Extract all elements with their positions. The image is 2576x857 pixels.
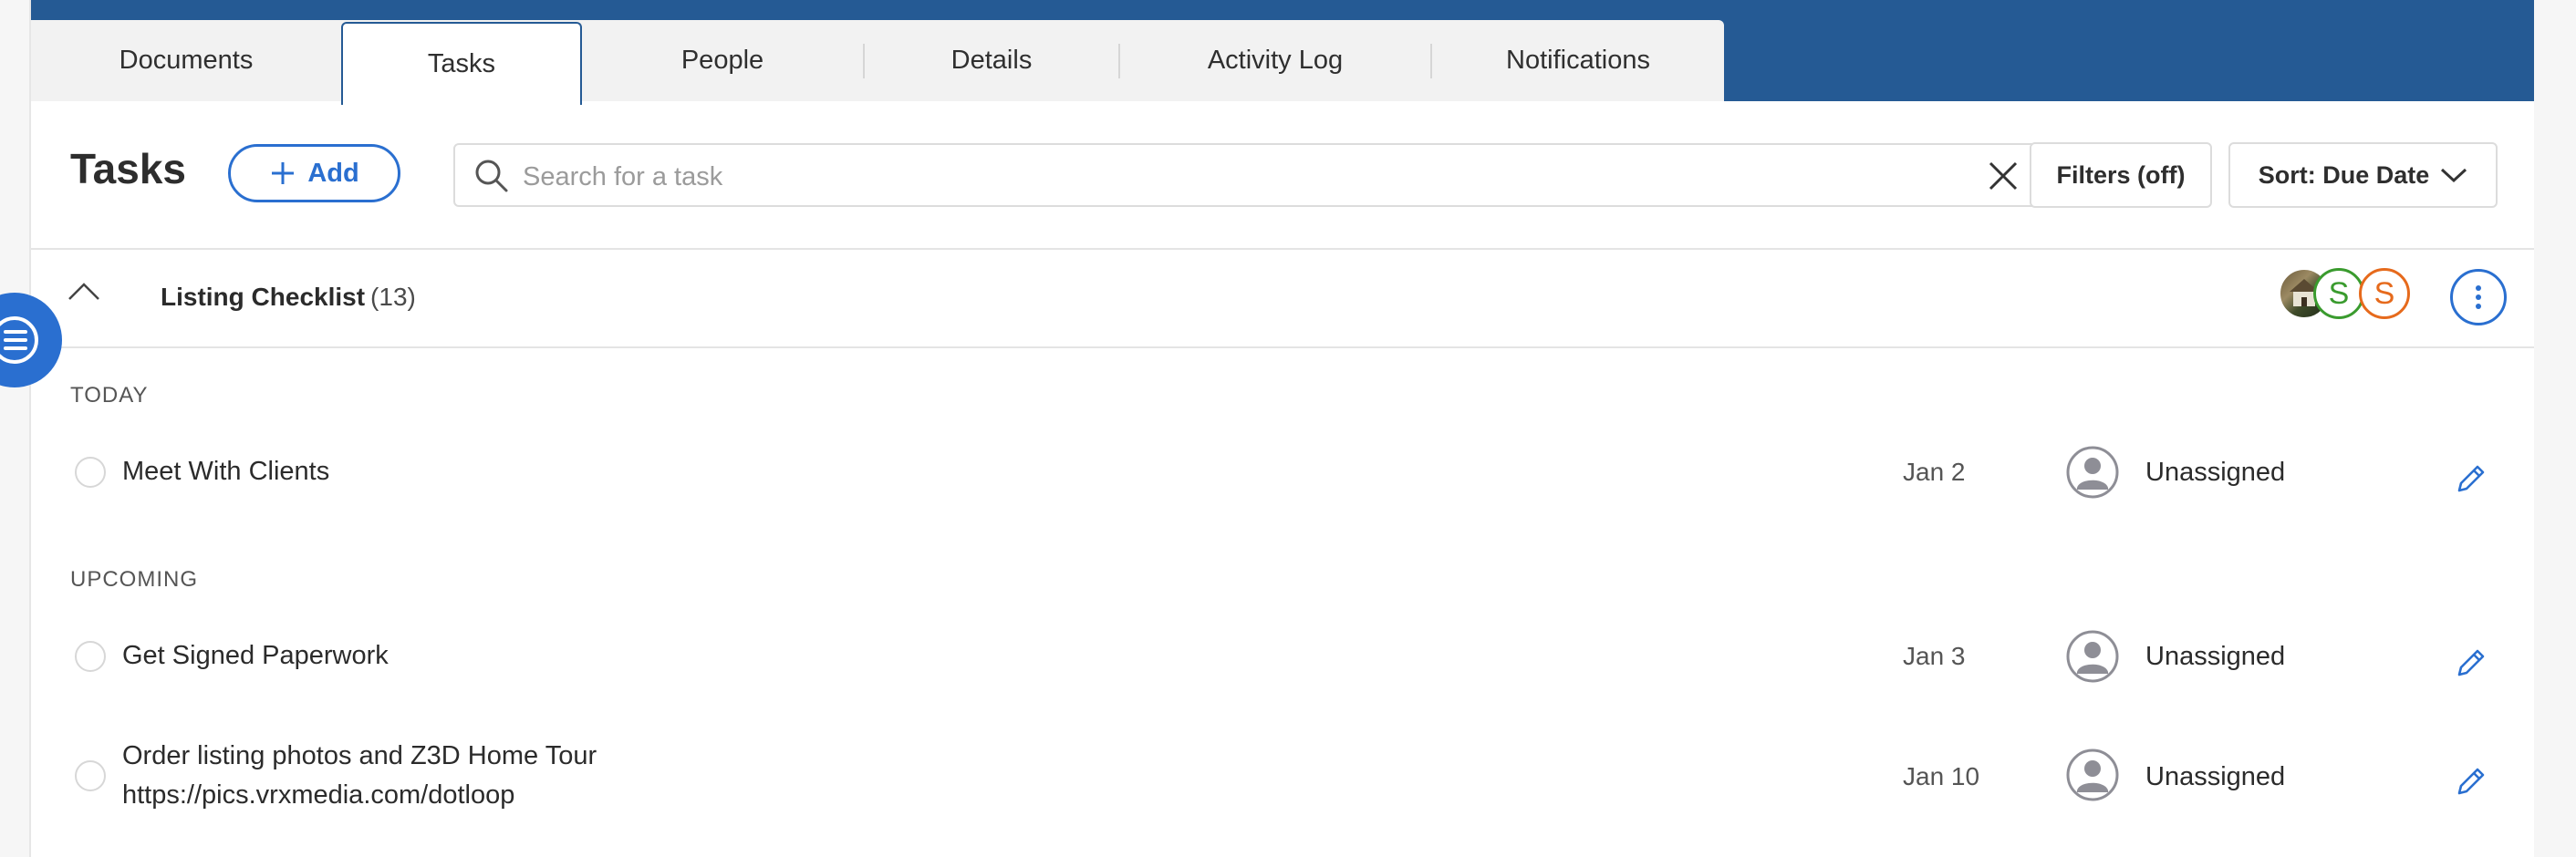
right-gutter [2534, 0, 2576, 857]
user-avatar-icon[interactable] [2065, 629, 2120, 684]
tab-activity-log[interactable]: Activity Log [1120, 20, 1430, 101]
chevron-up-icon[interactable] [66, 281, 102, 303]
member-avatars: S S [2279, 268, 2461, 323]
avatar-s-green: S [2313, 268, 2364, 319]
chevron-down-icon [2441, 168, 2467, 183]
section-label-upcoming: UPCOMING [70, 567, 198, 592]
checklist-group-header[interactable]: Listing Checklist (13) [31, 250, 2536, 346]
task-name-block[interactable]: Order listing photos and Z3D Home Tour h… [122, 737, 597, 815]
tasks-panel: Documents Tasks People Details Activity … [29, 0, 2536, 857]
task-row[interactable]: Order listing photos and Z3D Home Tour h… [31, 735, 2494, 835]
list-menu-fab-icon[interactable] [0, 292, 62, 388]
section-label-today: TODAY [70, 383, 149, 408]
user-avatar-icon[interactable] [2065, 748, 2120, 802]
pencil-icon[interactable] [2454, 463, 2487, 496]
tab-bar: Documents Tasks People Details Activity … [31, 20, 1724, 105]
tab-notifications[interactable]: Notifications [1432, 20, 1724, 101]
pencil-icon[interactable] [2454, 647, 2487, 680]
tab-documents[interactable]: Documents [31, 20, 341, 101]
checklist-count: (13) [370, 283, 416, 311]
task-assignee[interactable]: Unassigned [2145, 458, 2285, 488]
add-button-label: Add [307, 158, 359, 188]
close-icon[interactable] [1987, 160, 2020, 192]
task-checkbox[interactable] [75, 641, 106, 672]
user-avatar-icon[interactable] [2065, 445, 2120, 500]
kebab-menu-icon [2476, 285, 2481, 309]
task-due-date: Jan 3 [1903, 642, 1966, 670]
more-options-button[interactable] [2450, 269, 2507, 325]
checklist-name: Listing Checklist [161, 283, 366, 311]
task-checkbox[interactable] [75, 760, 106, 791]
task-row[interactable]: Meet With Clients Jan 2 Unassigned [31, 438, 2494, 511]
task-due-date: Jan 2 [1903, 458, 1966, 486]
task-name[interactable]: Get Signed Paperwork [122, 636, 389, 676]
pencil-icon[interactable] [2454, 766, 2487, 799]
search-input[interactable] [521, 156, 1929, 198]
search-icon [475, 160, 508, 192]
add-task-button[interactable]: Add [228, 144, 400, 202]
tab-tasks[interactable]: Tasks [341, 22, 582, 105]
task-assignee[interactable]: Unassigned [2145, 642, 2285, 672]
task-checkbox[interactable] [75, 457, 106, 488]
avatar-s-orange: S [2359, 268, 2410, 319]
sort-label: Sort: Due Date [2258, 160, 2430, 189]
page-title: Tasks [70, 145, 187, 192]
sort-dropdown[interactable]: Sort: Due Date [2228, 142, 2498, 208]
task-name[interactable]: Meet With Clients [122, 452, 329, 491]
tab-people[interactable]: People [582, 20, 863, 101]
tab-details[interactable]: Details [865, 20, 1118, 101]
task-due-date: Jan 10 [1903, 762, 1980, 790]
checklist-title: Listing Checklist (13) [161, 283, 416, 312]
task-link[interactable]: https://pics.vrxmedia.com/dotloop [122, 776, 597, 815]
filters-button[interactable]: Filters (off) [2030, 142, 2212, 208]
divider [31, 346, 2536, 348]
search-box [453, 143, 2038, 207]
plus-icon [272, 162, 295, 184]
task-name: Order listing photos and Z3D Home Tour [122, 741, 597, 770]
task-assignee[interactable]: Unassigned [2145, 762, 2285, 792]
task-row[interactable]: Get Signed Paperwork Jan 3 Unassigned [31, 622, 2494, 695]
